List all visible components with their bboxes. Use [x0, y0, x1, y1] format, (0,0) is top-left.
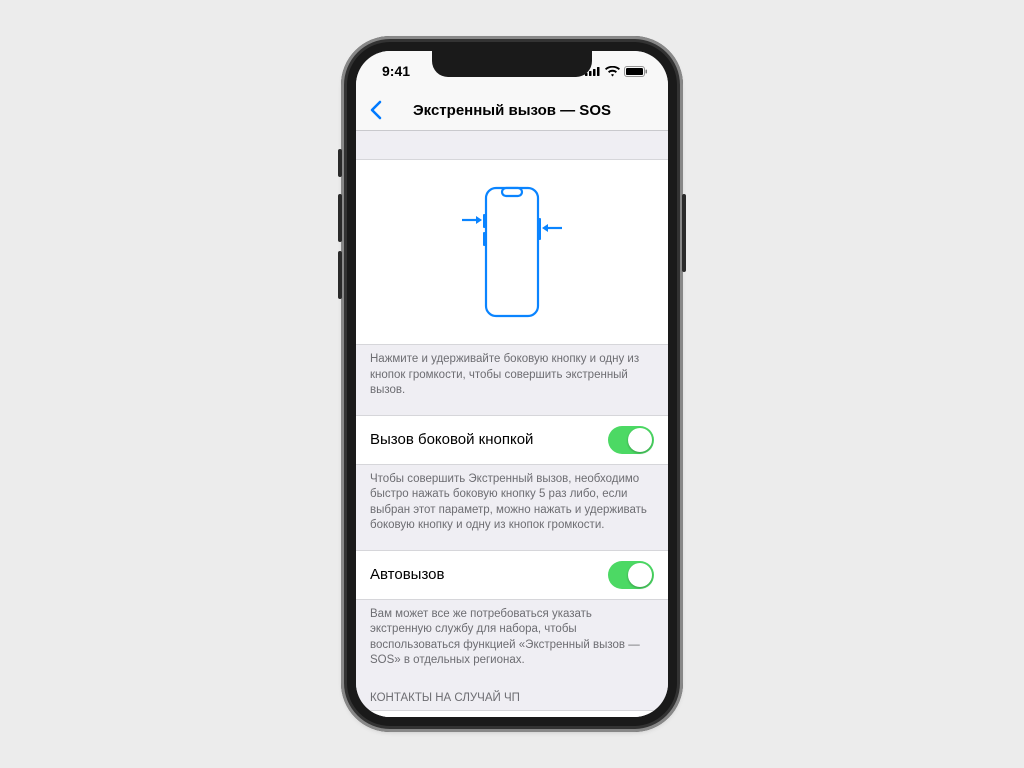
- wifi-icon: [605, 66, 620, 77]
- phone-frame: 9:41: [344, 39, 680, 729]
- emergency-contact-row[interactable]: Emily Parker (408) 555-0941: [356, 710, 668, 717]
- volume-down-button: [338, 251, 342, 299]
- nav-header: Экстренный вызов — SOS: [356, 91, 668, 131]
- nav-title: Экстренный вызов — SOS: [356, 102, 668, 119]
- phone-press-diagram-icon: [462, 184, 562, 324]
- side-button: [682, 194, 686, 272]
- call-with-side-button-cell[interactable]: Вызов боковой кнопкой: [356, 415, 668, 465]
- notch: [432, 51, 592, 77]
- auto-call-cell[interactable]: Автовызов: [356, 550, 668, 600]
- emergency-contacts-header: КОНТАКТЫ НА СЛУЧАЙ ЧП: [356, 685, 668, 710]
- cell-label: Вызов боковой кнопкой: [370, 431, 533, 448]
- mute-switch: [338, 149, 342, 177]
- content[interactable]: Нажмите и удерживайте боковую кнопку и о…: [356, 131, 668, 717]
- hero-footer-text: Нажмите и удерживайте боковую кнопку и о…: [356, 345, 668, 415]
- status-time: 9:41: [382, 63, 410, 79]
- hero-illustration: [356, 159, 668, 345]
- back-button[interactable]: [364, 94, 388, 128]
- toggle1-footer: Чтобы совершить Экстренный вызов, необхо…: [356, 465, 668, 550]
- auto-call-toggle[interactable]: [608, 561, 654, 589]
- battery-icon: [624, 66, 648, 77]
- chevron-left-icon: [370, 100, 382, 120]
- toggle2-footer: Вам может все же потребоваться указать э…: [356, 600, 668, 685]
- cell-label: Автовызов: [370, 566, 444, 583]
- volume-up-button: [338, 194, 342, 242]
- screen: 9:41: [356, 51, 668, 717]
- call-with-side-button-toggle[interactable]: [608, 426, 654, 454]
